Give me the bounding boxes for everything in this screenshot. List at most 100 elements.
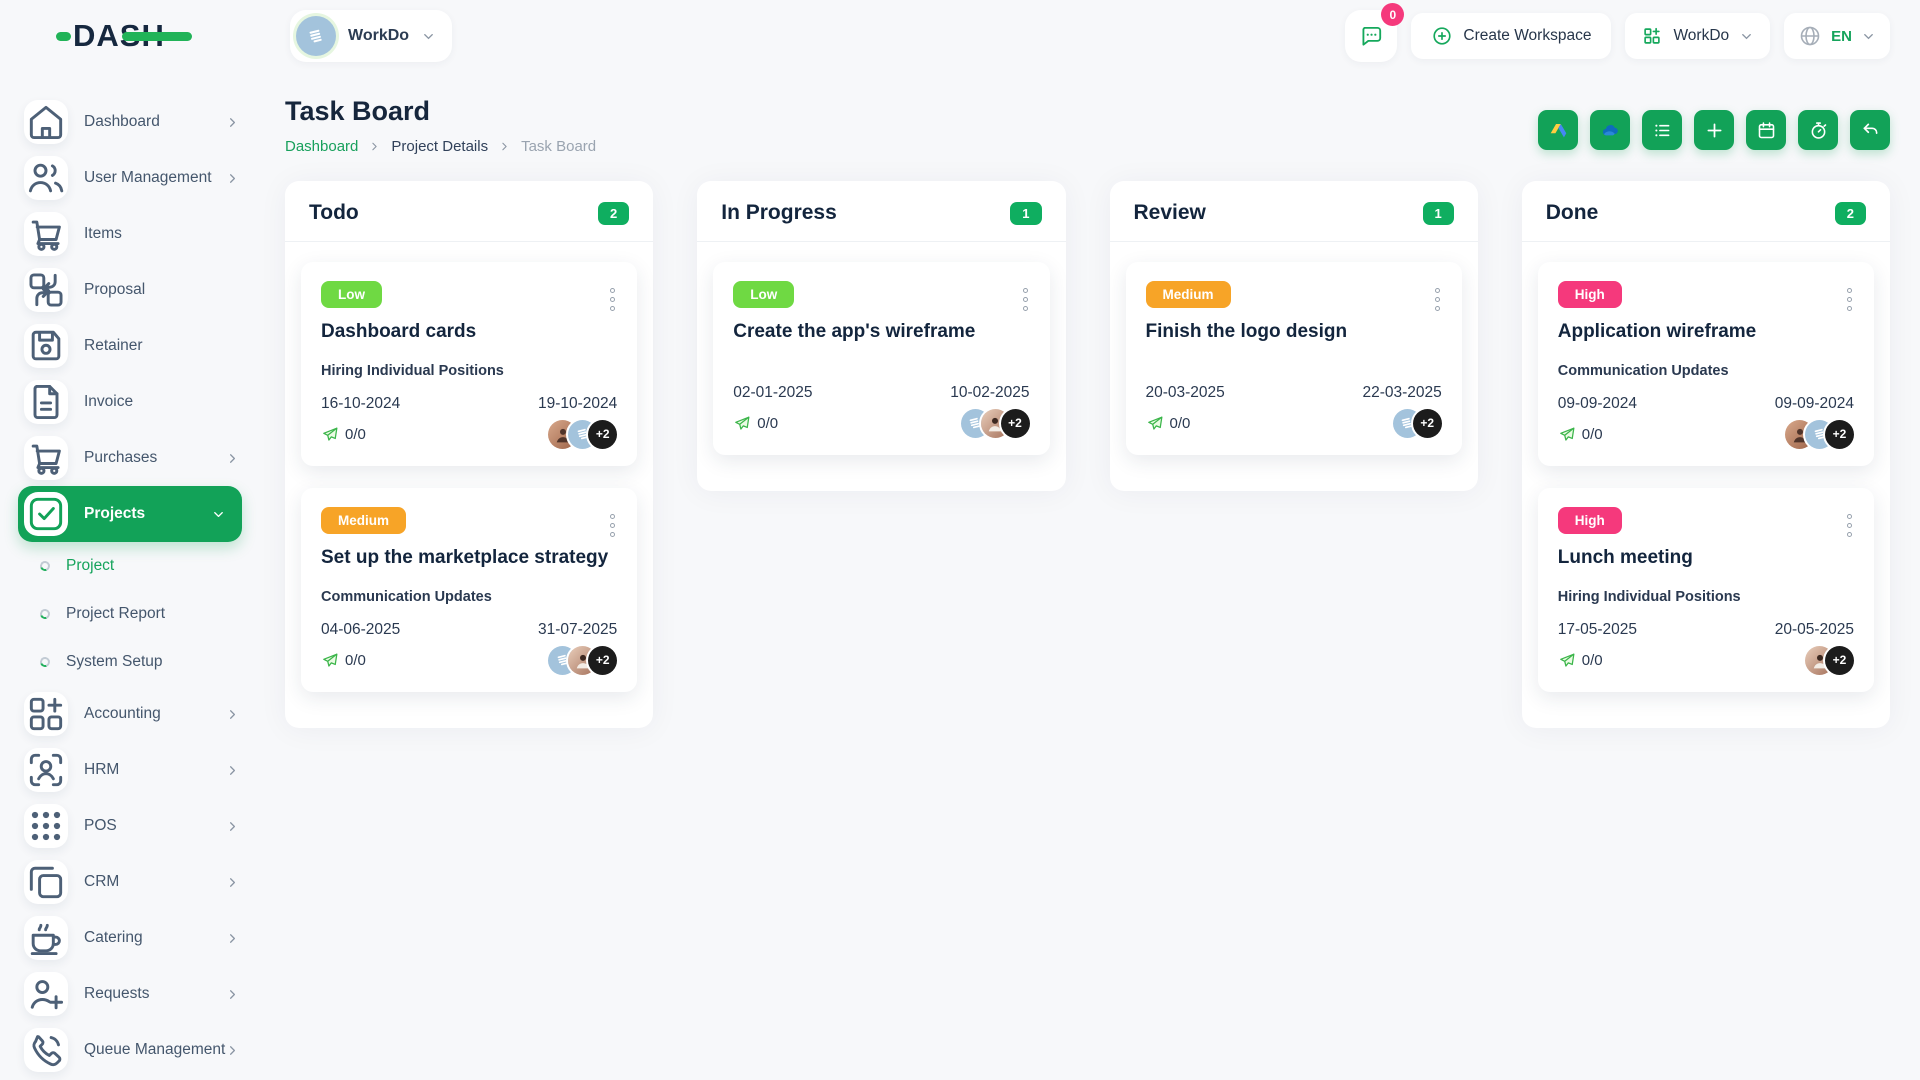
task-card[interactable]: High Application wireframe Communication U…: [1537, 262, 1874, 466]
chevron-down-icon: [1861, 29, 1876, 44]
task-start-date: 02-01-2025: [733, 384, 813, 401]
grid-plus-icon: [1641, 25, 1663, 47]
card-menu-button[interactable]: [1431, 284, 1444, 315]
extra-members-badge[interactable]: +2: [1825, 645, 1854, 675]
chevron-down-icon: [211, 507, 226, 522]
task-card[interactable]: Low Dashboard cards Hiring Individual Posi…: [301, 262, 638, 466]
person-target-icon: [24, 748, 68, 792]
assignee-avatars: +2: [1785, 419, 1854, 449]
sidebar-item-crm[interactable]: CRM: [0, 854, 260, 910]
task-end-date: 20-05-2025: [1774, 621, 1854, 638]
sidebar-subitem-project-report[interactable]: Project Report: [0, 590, 260, 638]
workspace-selector[interactable]: WorkDo: [290, 10, 453, 62]
page-title: Task Board: [285, 96, 431, 126]
sidebar-item-accounting[interactable]: Accounting: [0, 686, 260, 742]
plus-circle-icon: [1431, 25, 1453, 47]
column-title: In Progress: [721, 201, 837, 224]
task-end-date: 19-10-2024: [537, 395, 618, 412]
assignee-avatars: +2: [1805, 645, 1854, 675]
onedrive-button[interactable]: [1590, 110, 1630, 150]
task-dates: 17-05-2025 20-05-2025: [1558, 605, 1854, 639]
task-card[interactable]: Medium Set up the marketplace strategy Com…: [301, 488, 638, 692]
task-milestone: Hiring Individual Positions: [1557, 589, 1741, 605]
extra-members-badge[interactable]: +2: [1412, 408, 1442, 438]
copy-icon: [24, 860, 68, 904]
list-view-button[interactable]: [1642, 110, 1682, 150]
sidebar-item-purchases[interactable]: Purchases: [0, 430, 260, 486]
bullet-icon: [38, 559, 52, 573]
extra-members-badge[interactable]: +2: [1000, 408, 1030, 438]
task-progress: 0/0: [1146, 414, 1190, 433]
task-card[interactable]: Medium Finish the logo design 20-03-2025 22…: [1125, 262, 1462, 455]
sidebar-subitem-system-setup[interactable]: System Setup: [0, 638, 260, 686]
workspace-avatar: [296, 16, 336, 56]
board-column-todo: Todo 2 Low Dashboard cards Hiring Individual…: [285, 181, 654, 728]
create-workspace-button[interactable]: Create Workspace: [1411, 13, 1612, 59]
extra-members-badge[interactable]: +2: [588, 645, 618, 675]
timer-button[interactable]: [1798, 110, 1838, 150]
task-progress-value: 0/0: [345, 425, 366, 443]
messages-button[interactable]: 0: [1345, 3, 1405, 62]
task-title: Dashboard cards: [321, 321, 477, 342]
sidebar-subitem-label: Project: [66, 557, 115, 574]
send-icon: [733, 414, 752, 433]
sidebar-item-proposal[interactable]: Proposal: [0, 262, 260, 318]
card-menu-button[interactable]: [1019, 284, 1032, 315]
breadcrumb-dashboard[interactable]: Dashboard: [285, 138, 358, 155]
task-card[interactable]: Low Create the app's wireframe 02-01-2025 1…: [713, 262, 1050, 455]
card-menu-button[interactable]: [1843, 284, 1856, 315]
sidebar: DASH Dashboard User Management Items Propos…: [0, 0, 260, 1080]
sidebar-nav: Dashboard User Management Items Proposal Ret…: [0, 72, 260, 1078]
sidebar-item-invoice[interactable]: Invoice: [0, 374, 260, 430]
extra-members-badge[interactable]: +2: [588, 419, 618, 449]
person-plus-icon: [24, 972, 68, 1016]
board-column-in-progress: In Progress 1 Low Create the app's wirefram…: [697, 181, 1066, 491]
board-column-done: Done 2 High Application wireframe Communicat…: [1521, 181, 1890, 728]
google-drive-button[interactable]: [1538, 110, 1578, 150]
brand-logo[interactable]: DASH: [0, 0, 260, 72]
sidebar-item-items[interactable]: Items: [0, 206, 260, 262]
sidebar-item-dashboard[interactable]: Dashboard: [0, 94, 260, 150]
chevron-right-icon: [225, 931, 240, 946]
column-cards: High Application wireframe Communication U…: [1522, 242, 1890, 718]
extra-members-badge[interactable]: +2: [1825, 419, 1854, 449]
logo-dash-icon: [56, 31, 71, 41]
sidebar-item-hrm[interactable]: HRM: [0, 742, 260, 798]
grid-plus-icon: [24, 692, 68, 736]
task-progress-value: 0/0: [757, 414, 779, 432]
add-task-button[interactable]: [1694, 110, 1734, 150]
task-start-date: 17-05-2025: [1557, 621, 1638, 638]
workdo-menu-button[interactable]: WorkDo: [1625, 13, 1771, 59]
priority-badge: High: [1557, 507, 1622, 534]
task-card[interactable]: High Lunch meeting Hiring Individual Posit…: [1537, 488, 1874, 692]
sidebar-item-pos[interactable]: POS: [0, 798, 260, 854]
assignee-avatars: +2: [1392, 408, 1442, 438]
topbar: WorkDo 0 Create Workspace WorkDo EN: [260, 0, 1890, 72]
breadcrumb-project-details[interactable]: Project Details: [391, 138, 488, 155]
language-selector[interactable]: EN: [1784, 13, 1890, 59]
sidebar-subitem-label: System Setup: [66, 653, 163, 670]
sidebar-item-projects[interactable]: Projects: [18, 486, 242, 542]
task-dates: 02-01-2025 10-02-2025: [733, 368, 1029, 402]
sidebar-item-catering[interactable]: Catering: [0, 910, 260, 966]
sidebar-item-user-management[interactable]: User Management: [0, 150, 260, 206]
sidebar-item-queue-management[interactable]: Queue Management: [0, 1022, 260, 1078]
calendar-icon: [1756, 120, 1777, 141]
column-cards: Low Create the app's wireframe 02-01-2025 1…: [697, 242, 1065, 481]
back-button[interactable]: [1850, 110, 1890, 150]
sidebar-subitem-project[interactable]: Project: [0, 542, 260, 590]
sidebar-item-requests[interactable]: Requests: [0, 966, 260, 1022]
task-title: Create the app's wireframe: [733, 321, 976, 342]
sidebar-item-retainer[interactable]: Retainer: [0, 318, 260, 374]
task-end-date: 31-07-2025: [537, 621, 618, 638]
card-menu-button[interactable]: [606, 284, 619, 315]
task-title: Finish the logo design: [1145, 321, 1348, 342]
page-header: Task Board Dashboard Project Details Task …: [285, 96, 1890, 155]
task-dates: 04-06-2025 31-07-2025: [321, 605, 617, 639]
calendar-button[interactable]: [1746, 110, 1786, 150]
onedrive-icon: [1600, 120, 1621, 141]
assignee-avatars: +2: [960, 408, 1030, 438]
card-menu-button[interactable]: [606, 510, 619, 541]
check-square-icon: [24, 492, 68, 536]
card-menu-button[interactable]: [1843, 510, 1856, 541]
